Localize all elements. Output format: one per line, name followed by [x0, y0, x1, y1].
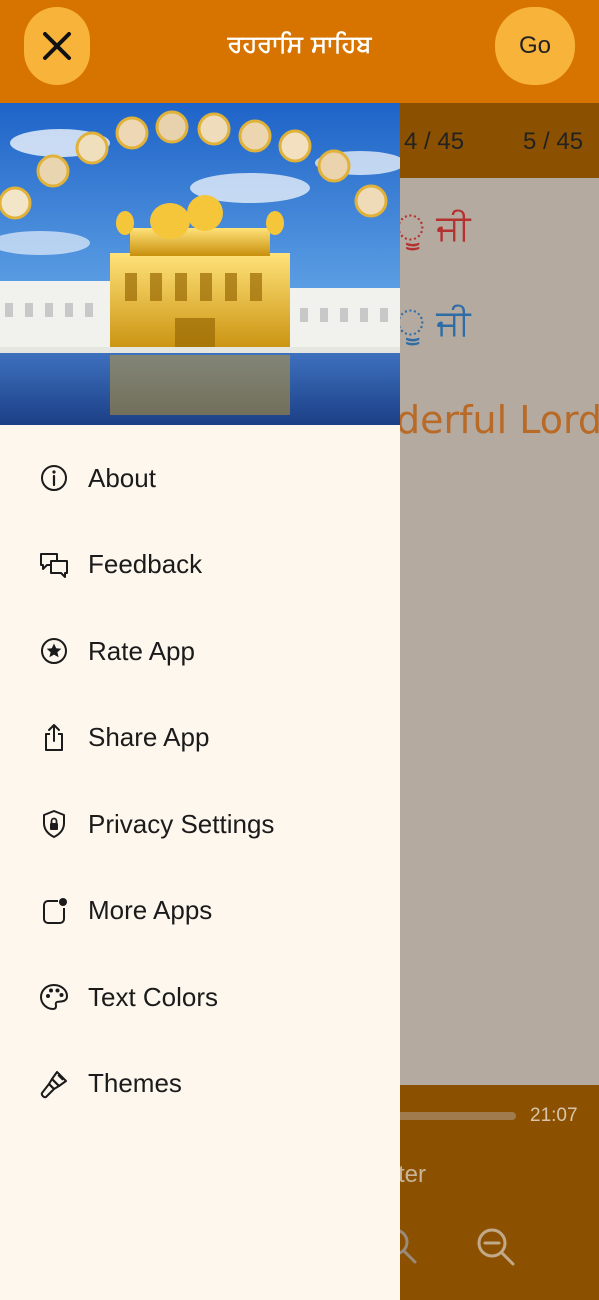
audio-progress[interactable] — [396, 1112, 516, 1120]
menu-label: Rate App — [88, 635, 195, 666]
filter-label[interactable]: ter — [398, 1161, 426, 1189]
drawer-menu: About Feedback Rate App Share App Privac… — [0, 435, 400, 1127]
page-indicator[interactable]: 4 / 45 — [404, 128, 464, 156]
menu-label: Themes — [88, 1068, 182, 1099]
menu-item-privacy-settings[interactable]: Privacy Settings — [0, 781, 400, 868]
menu-label: Share App — [88, 722, 210, 753]
info-icon — [36, 460, 72, 496]
brush-icon — [36, 1066, 72, 1102]
menu-item-feedback[interactable]: Feedback — [0, 522, 400, 609]
star-icon — [36, 633, 72, 669]
menu-item-themes[interactable]: Themes — [0, 1041, 400, 1128]
page-indicator[interactable]: 5 / 45 — [523, 128, 583, 156]
share-icon — [36, 720, 72, 756]
navigation-drawer: About Feedback Rate App Share App Privac… — [0, 103, 400, 1300]
menu-label: Feedback — [88, 549, 203, 580]
menu-item-text-colors[interactable]: Text Colors — [0, 954, 400, 1041]
menu-label: Text Colors — [88, 981, 219, 1012]
menu-item-about[interactable]: About — [0, 435, 400, 522]
go-button[interactable]: Go — [495, 7, 575, 85]
gurmukhi-line: ੂ ਜੀ — [396, 208, 471, 249]
privacy-icon — [36, 806, 72, 842]
palette-icon — [36, 979, 72, 1015]
menu-item-more-apps[interactable]: More Apps — [0, 868, 400, 955]
app-bar: ਰਹਰਾਸਿ ਸਾਹਿਬ Go — [0, 0, 599, 103]
zoom-out-icon[interactable] — [474, 1225, 516, 1267]
translation-line: derful Lord — [396, 398, 599, 442]
menu-label: More Apps — [88, 895, 213, 926]
hindi-line: ੂ ਜੀ — [396, 303, 471, 344]
audio-time: 21:07 — [530, 1105, 578, 1126]
menu-item-rate-app[interactable]: Rate App — [0, 608, 400, 695]
more-apps-icon — [36, 893, 72, 929]
golden-temple-image — [0, 103, 400, 425]
menu-label: Privacy Settings — [88, 808, 275, 839]
menu-item-share-app[interactable]: Share App — [0, 695, 400, 782]
menu-label: About — [88, 462, 156, 493]
feedback-icon — [36, 547, 72, 583]
